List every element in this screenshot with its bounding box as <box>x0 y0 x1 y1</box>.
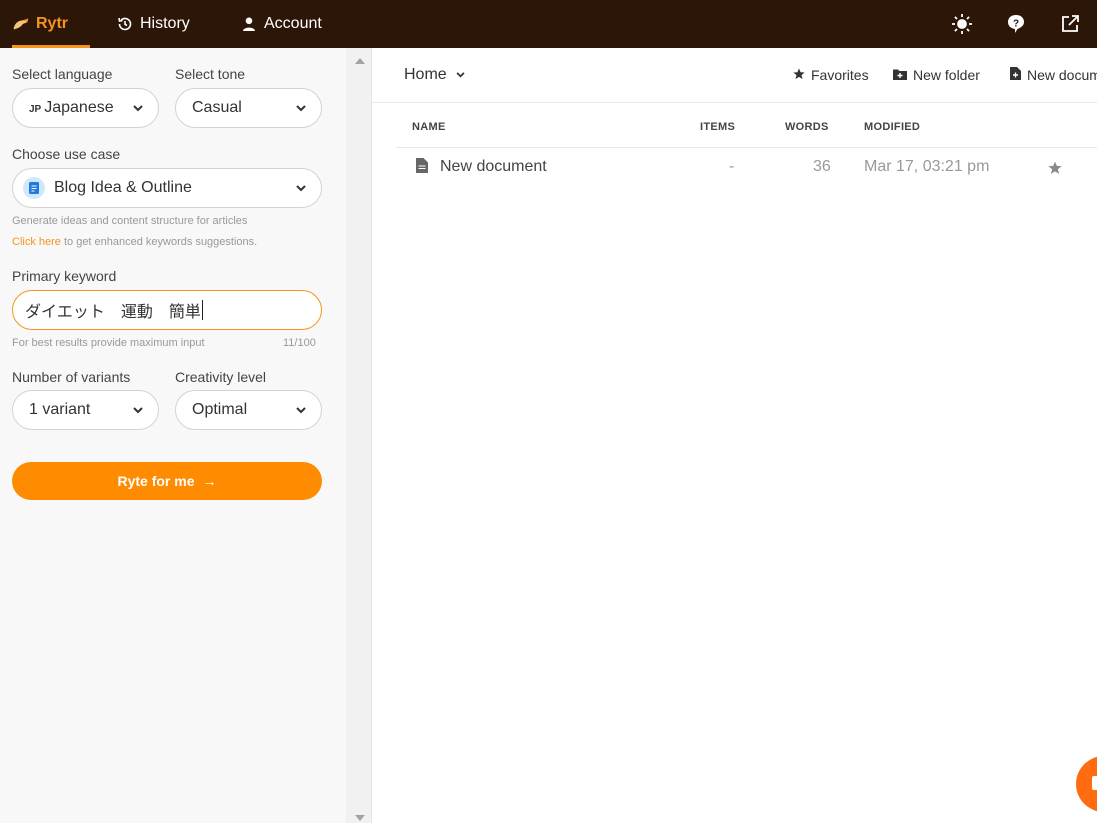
hand-writing-icon <box>12 15 30 33</box>
favorites-label: Favorites <box>811 67 869 83</box>
document-list-panel: Home Favorites New folder New document N… <box>372 48 1097 823</box>
history-icon <box>116 15 134 33</box>
creativity-select[interactable]: Optimal <box>175 390 322 430</box>
table-row[interactable]: New document - 36 Mar 17, 03:21 pm <box>396 148 1097 188</box>
language-value: Japanese <box>44 99 114 116</box>
tab-history[interactable]: History <box>116 0 190 48</box>
star-icon <box>793 67 805 83</box>
scroll-up-icon[interactable] <box>355 58 365 64</box>
variants-select[interactable]: 1 variant <box>12 390 159 430</box>
variants-label: Number of variants <box>12 369 131 385</box>
language-label: Select language <box>12 66 113 82</box>
tone-value: Casual <box>192 99 242 116</box>
tone-label: Select tone <box>175 66 246 82</box>
use-case-description: Generate ideas and content structure for… <box>12 215 248 227</box>
sidebar-panel: Select language Select tone JP Japanese C… <box>0 48 346 823</box>
chevron-down-icon <box>295 102 307 114</box>
ryte-for-me-button[interactable]: Ryte for me → <box>12 462 322 500</box>
arrow-right-icon: → <box>202 473 217 489</box>
keyword-value: ダイエット 運動 簡単 <box>25 304 201 321</box>
chat-launcher-clip <box>1076 756 1097 812</box>
keywords-hint-text: to get enhanced keywords suggestions. <box>63 236 258 248</box>
ryte-button-label: Ryte for me <box>117 473 195 489</box>
star-icon[interactable] <box>1048 161 1062 180</box>
creativity-value: Optimal <box>192 401 248 418</box>
tab-history-label: History <box>140 15 190 32</box>
chevron-down-icon <box>295 404 307 416</box>
new-folder-button[interactable]: New folder <box>893 67 980 83</box>
tab-rytr-label: Rytr <box>36 15 69 32</box>
chat-icon <box>1092 776 1097 790</box>
scroll-down-icon[interactable] <box>355 815 365 821</box>
primary-keyword-label: Primary keyword <box>12 268 117 284</box>
help-icon[interactable]: ? <box>1004 12 1028 36</box>
creativity-label: Creativity level <box>175 369 267 385</box>
document-icon <box>416 158 428 178</box>
sidebar-scrollbar[interactable] <box>346 48 372 823</box>
use-case-label: Choose use case <box>12 146 121 162</box>
chevron-down-icon <box>455 69 467 81</box>
svg-text:?: ? <box>1013 19 1019 30</box>
click-here-link[interactable]: Click here <box>12 236 61 248</box>
breadcrumb[interactable]: Home <box>404 66 467 84</box>
column-header-words[interactable]: WORDS <box>785 121 829 133</box>
favorites-button[interactable]: Favorites <box>793 67 869 83</box>
use-case-select[interactable]: Blog Idea & Outline <box>12 168 322 208</box>
row-items: - <box>729 158 735 175</box>
tone-select[interactable]: Casual <box>175 88 322 128</box>
row-words: 36 <box>813 158 831 175</box>
new-document-button[interactable]: New document <box>1010 67 1097 83</box>
folder-plus-icon <box>893 67 907 83</box>
row-name[interactable]: New document <box>440 158 547 176</box>
chevron-down-icon <box>295 182 307 194</box>
top-navigation-bar: Rytr History Account ? <box>0 0 1097 48</box>
use-case-value: Blog Idea & Outline <box>54 179 192 196</box>
column-header-modified[interactable]: MODIFIED <box>864 121 920 133</box>
sun-icon[interactable] <box>950 12 974 36</box>
keyword-char-count: 11/100 <box>283 337 316 349</box>
variants-value: 1 variant <box>29 401 91 418</box>
column-header-items[interactable]: ITEMS <box>700 121 735 133</box>
breadcrumb-home: Home <box>404 66 447 83</box>
language-code-badge: JP <box>29 104 42 115</box>
chevron-down-icon <box>132 102 144 114</box>
tab-account-label: Account <box>264 15 322 32</box>
user-icon <box>240 15 258 33</box>
chevron-down-icon <box>132 404 144 416</box>
primary-keyword-input[interactable]: ダイエット 運動 簡単 <box>12 290 322 330</box>
tab-rytr[interactable]: Rytr <box>12 0 90 48</box>
chat-launcher-button[interactable] <box>1076 756 1097 812</box>
external-link-icon[interactable] <box>1058 12 1082 36</box>
keywords-hint-line: Click here to get enhanced keywords sugg… <box>12 236 257 248</box>
new-document-label: New document <box>1027 67 1097 83</box>
text-caret <box>201 300 203 320</box>
language-select[interactable]: JP Japanese <box>12 88 159 128</box>
blog-icon <box>23 177 45 199</box>
keyword-input-hint: For best results provide maximum input <box>12 337 205 349</box>
file-plus-icon <box>1010 67 1021 83</box>
tab-account[interactable]: Account <box>240 0 322 48</box>
row-modified: Mar 17, 03:21 pm <box>864 158 990 175</box>
toolbar-divider <box>372 102 1097 103</box>
column-header-name[interactable]: NAME <box>412 121 446 133</box>
new-folder-label: New folder <box>913 67 980 83</box>
